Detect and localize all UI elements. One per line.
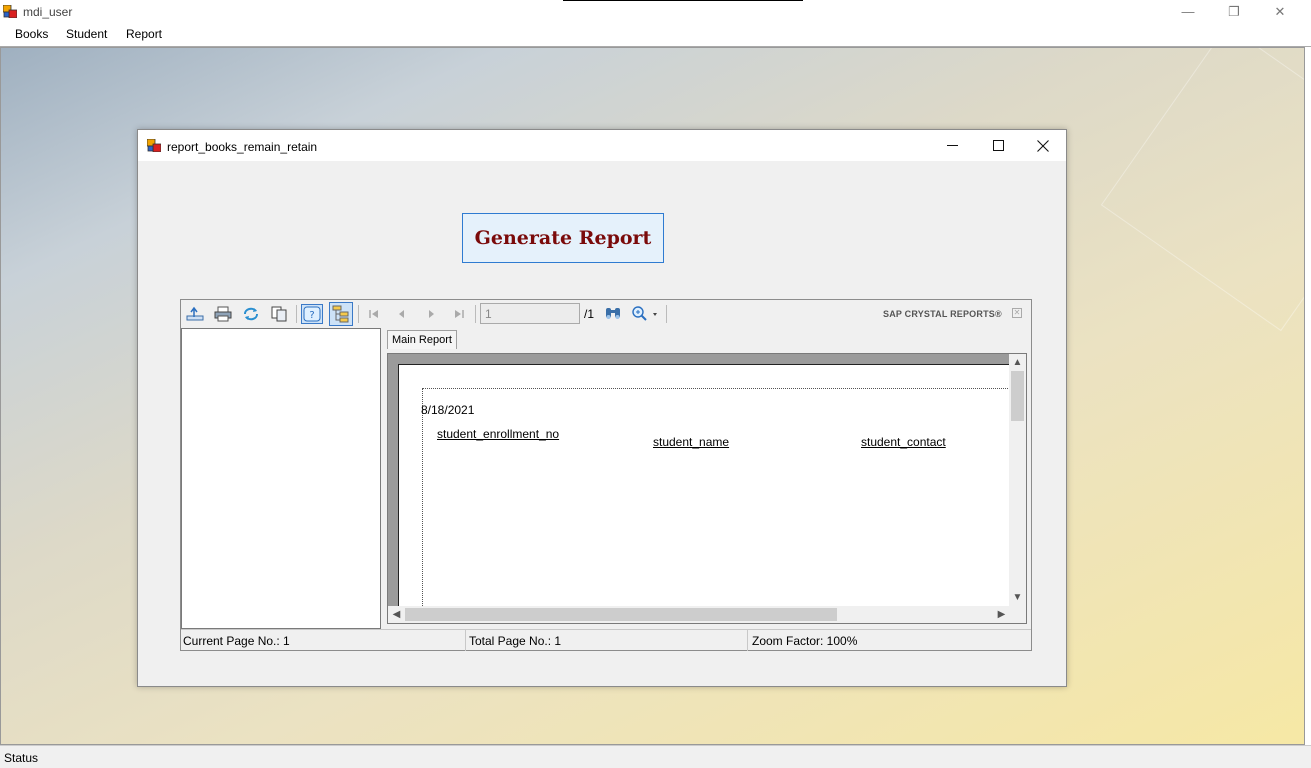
scroll-up-icon[interactable]: ▲ (1009, 354, 1026, 371)
title-strip (563, 0, 803, 1)
copy-button[interactable] (268, 304, 290, 324)
close-icon: ✕ (1274, 3, 1286, 19)
close-button[interactable]: ✕ (1257, 0, 1303, 23)
toggle-group-tree-button[interactable] (329, 302, 353, 326)
report-date: 8/18/2021 (421, 403, 475, 417)
zoom-factor-status: Zoom Factor: 100% (747, 630, 857, 651)
toolbar-separator (475, 305, 476, 323)
find-button[interactable] (602, 304, 624, 324)
menu-books[interactable]: Books (15, 27, 48, 41)
page-total-label: /1 (584, 307, 595, 321)
zoom-icon (632, 306, 657, 321)
viewer-status-bar: Current Page No.: 1 Total Page No.: 1 Zo… (181, 629, 1031, 651)
child-close-button[interactable] (1020, 130, 1066, 161)
status-label: Status (4, 751, 39, 765)
report-window: report_books_remain_retain Generate Repo… (137, 129, 1067, 687)
find-icon (606, 308, 620, 319)
column-header-contact: student_contact (861, 435, 946, 449)
column-header-name: student_name (653, 435, 730, 449)
viewer-toolbar: ? /1 (181, 300, 1031, 328)
scrollbar-corner (1009, 606, 1026, 623)
group-tree-panel[interactable] (181, 328, 381, 629)
report-page: 8/18/2021 student_enrollment_no student_… (398, 364, 1022, 623)
prev-page-button[interactable] (391, 304, 413, 324)
toolbar-separator (296, 305, 297, 323)
scroll-left-icon[interactable]: ◀ (388, 606, 405, 623)
form-icon (147, 139, 161, 152)
next-page-icon (429, 310, 434, 318)
horizontal-scroll-thumb[interactable] (405, 608, 837, 621)
menu-student[interactable]: Student (66, 27, 107, 41)
print-icon (214, 306, 232, 322)
report-window-title-bar: report_books_remain_retain (138, 130, 1066, 161)
menu-report[interactable]: Report (126, 27, 162, 41)
maximize-icon (992, 140, 1004, 151)
group-tree-icon (332, 305, 349, 323)
next-page-button[interactable] (420, 304, 442, 324)
help-icon: ? (303, 306, 321, 322)
status-bar: Status (0, 745, 1311, 768)
zoom-button[interactable] (630, 304, 662, 324)
restore-button[interactable]: ❐ (1211, 0, 1257, 23)
refresh-button[interactable] (240, 304, 262, 324)
horizontal-scrollbar[interactable]: ◀ ▶ (388, 606, 1010, 623)
total-page-status: Total Page No.: 1 (465, 630, 561, 651)
tab-main-report[interactable]: Main Report (387, 330, 457, 349)
export-icon (186, 306, 204, 321)
last-page-icon (455, 310, 464, 318)
svg-text:?: ? (309, 310, 314, 321)
vertical-scrollbar[interactable]: ▲ ▼ (1009, 354, 1026, 606)
restore-icon: ❐ (1228, 3, 1240, 19)
menu-bar: Books Student Report (0, 23, 1311, 47)
scroll-down-icon[interactable]: ▼ (1009, 589, 1026, 606)
scroll-right-icon[interactable]: ▶ (993, 606, 1010, 623)
page-number-input[interactable] (480, 303, 580, 324)
export-button[interactable] (184, 304, 206, 324)
copy-icon (271, 306, 287, 322)
toolbar-separator (358, 305, 359, 323)
app-icon (3, 5, 17, 18)
window-edge (1305, 47, 1311, 745)
toolbar-separator (666, 305, 667, 323)
minimize-icon: — (1181, 4, 1195, 19)
last-page-button[interactable] (448, 304, 470, 324)
print-button[interactable] (212, 304, 234, 324)
first-page-icon (369, 310, 378, 318)
background-decoration (1100, 48, 1304, 332)
child-minimize-button[interactable] (929, 130, 975, 161)
current-page-status: Current Page No.: 1 (183, 634, 290, 648)
refresh-icon (244, 307, 258, 321)
column-header-enrollment: student_enrollment_no (437, 427, 560, 441)
minimize-icon (946, 145, 958, 146)
main-title-bar: mdi_user — ❐ ✕ (0, 0, 1311, 23)
help-button[interactable]: ? (301, 304, 323, 324)
first-page-button[interactable] (363, 304, 385, 324)
close-icon[interactable]: ✕ (1012, 308, 1022, 318)
crystal-report-viewer: ? /1 (180, 299, 1032, 651)
prev-page-icon (399, 310, 404, 318)
report-section-border (422, 388, 1022, 623)
close-icon (1037, 139, 1049, 152)
minimize-button[interactable]: — (1165, 0, 1211, 23)
report-preview-pane[interactable]: 8/18/2021 student_enrollment_no student_… (387, 353, 1027, 624)
vertical-scroll-thumb[interactable] (1011, 371, 1024, 421)
generate-report-button[interactable]: Generate Report (462, 213, 664, 263)
report-window-title: report_books_remain_retain (167, 140, 318, 154)
crystal-reports-brand: SAP CRYSTAL REPORTS® (883, 309, 1002, 319)
child-maximize-button[interactable] (975, 130, 1021, 161)
app-title: mdi_user (23, 5, 73, 19)
